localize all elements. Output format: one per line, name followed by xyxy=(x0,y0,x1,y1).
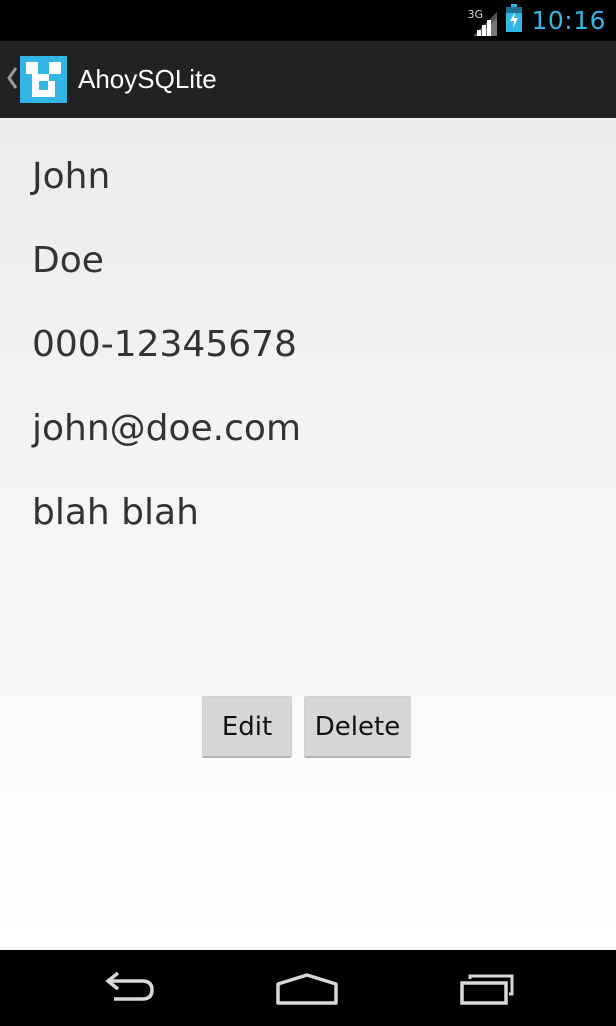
app-title: AhoySQLite xyxy=(78,64,217,94)
signal-icon: 3G xyxy=(467,6,498,36)
up-caret-icon[interactable] xyxy=(6,65,18,96)
email-text: john@doe.com xyxy=(32,408,302,449)
clock: 10:16 xyxy=(531,6,606,35)
home-icon[interactable] xyxy=(274,970,340,1011)
edit-button[interactable]: Edit xyxy=(202,696,292,758)
battery-charging-icon xyxy=(505,4,523,37)
navigation-bar xyxy=(0,950,616,1026)
status-bar: 3G 10:16 xyxy=(0,0,616,41)
status-icons: 3G 10:16 xyxy=(467,0,606,41)
phone-text: 000-12345678 xyxy=(32,324,297,365)
notes-text: blah blah xyxy=(32,492,199,533)
contact-detail-view: John Doe 000-12345678 john@doe.com blah … xyxy=(0,118,616,950)
back-icon[interactable] xyxy=(98,970,158,1011)
last-name-text: Doe xyxy=(32,240,104,281)
first-name-text: John xyxy=(32,156,111,197)
action-bar: AhoySQLite xyxy=(0,41,616,118)
delete-button[interactable]: Delete xyxy=(304,696,411,758)
recent-apps-icon[interactable] xyxy=(458,970,520,1011)
app-logo-icon[interactable] xyxy=(20,56,67,103)
